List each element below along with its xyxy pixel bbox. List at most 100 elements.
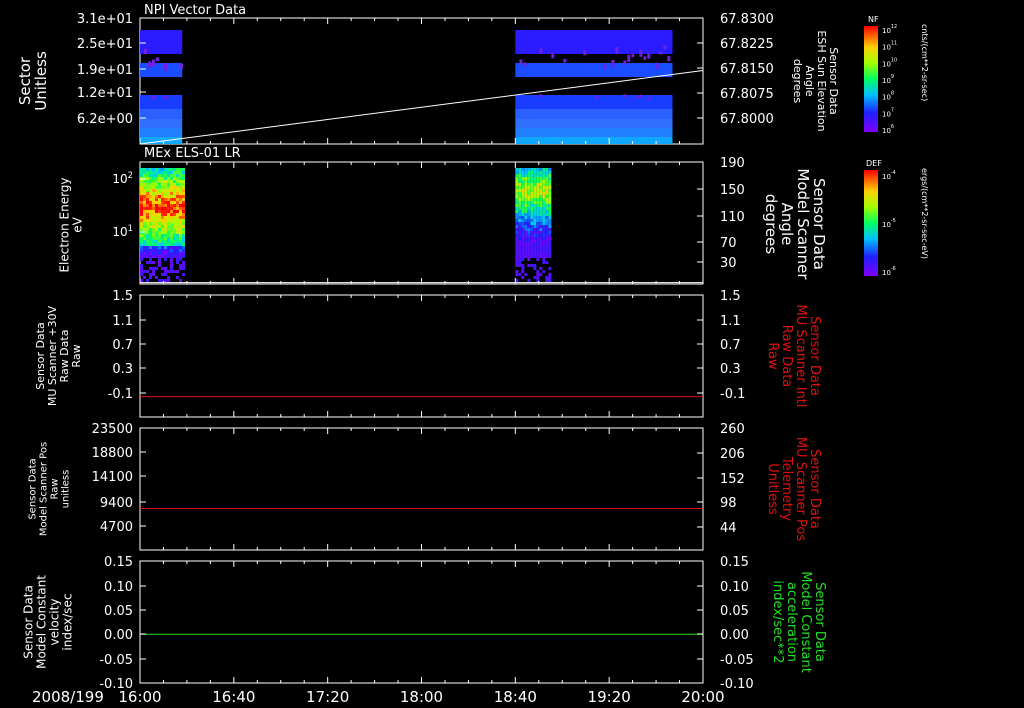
els-heat-cell <box>182 249 185 252</box>
els-heat-cell <box>542 237 546 240</box>
els-heat-cell <box>533 186 537 189</box>
els-heat-cell <box>143 192 146 195</box>
els-heat-cell <box>179 249 182 252</box>
els-heat-cell <box>158 234 161 237</box>
right-tick-label: 260 <box>720 422 745 437</box>
els-heat-cell <box>158 252 161 255</box>
els-heat-cell <box>515 174 519 177</box>
els-heat-cell <box>548 237 552 240</box>
els-heat-cell <box>140 249 143 252</box>
els-heat-cell <box>536 201 540 204</box>
els-heat-cell <box>548 195 552 198</box>
els-heat-cell <box>176 249 179 252</box>
time-tick-label: 17:20 <box>306 688 349 706</box>
els-heat-cell <box>527 174 531 177</box>
els-heat-cell <box>182 177 185 180</box>
els-heat-cell <box>182 216 185 219</box>
els-heat-cell <box>521 231 525 234</box>
els-heat-cell <box>548 276 552 279</box>
els-heat-cell <box>176 222 179 225</box>
els-heat-cell <box>152 222 155 225</box>
els-heat-cell <box>527 183 531 186</box>
els-heat-cell <box>524 180 528 183</box>
els-heat-cell <box>533 240 537 243</box>
els-heat-cell <box>149 243 152 246</box>
els-heat-cell <box>530 183 534 186</box>
els-heat-cell <box>530 198 534 201</box>
els-heat-cell <box>521 192 525 195</box>
els-heat-cell <box>515 204 519 207</box>
els-heat-cell <box>539 267 543 270</box>
els-heat-cell <box>167 228 170 231</box>
els-heat-cell <box>530 195 534 198</box>
right-tick-label: 0.05 <box>720 604 749 619</box>
left-axis-label: Sensor Data <box>22 585 36 659</box>
els-heat-cell <box>530 264 534 267</box>
els-heat-cell <box>527 255 531 258</box>
els-heat-cell <box>158 183 161 186</box>
els-heat-cell <box>146 261 149 264</box>
els-heat-cell <box>158 174 161 177</box>
els-heat-cell <box>146 207 149 210</box>
els-heat-cell <box>533 237 537 240</box>
colorbar-def-bar <box>864 170 878 276</box>
els-heat-cell <box>518 219 522 222</box>
els-heat-cell <box>515 252 519 255</box>
els-heat-cell <box>545 171 549 174</box>
els-heat-cell <box>143 180 146 183</box>
els-heat-cell <box>152 219 155 222</box>
els-heat-cell <box>161 267 164 270</box>
els-heat-cell <box>521 177 525 180</box>
right-tick-label: 1.5 <box>720 289 741 304</box>
els-heat-cell <box>161 183 164 186</box>
els-heat-cell <box>146 228 149 231</box>
els-heat-cell <box>515 261 519 264</box>
els-heat-cell <box>548 174 552 177</box>
els-heat-cell <box>179 231 182 234</box>
els-heat-cell <box>176 225 179 228</box>
els-heat-cell <box>515 207 519 210</box>
right-tick-label: 67.8075 <box>720 87 774 102</box>
npi-heat-cell <box>595 95 599 99</box>
els-heat-cell <box>152 216 155 219</box>
els-heat-cell <box>140 213 143 216</box>
els-heat-cell <box>176 189 179 192</box>
els-heat-cell <box>182 192 185 195</box>
els-heat-cell <box>533 252 537 255</box>
els-heat-cell <box>164 201 167 204</box>
els-heat-cell <box>548 222 552 225</box>
els-heat-cell <box>548 279 552 282</box>
els-heat-cell <box>158 186 161 189</box>
els-heat-cell <box>182 210 185 213</box>
els-heat-cell <box>140 240 143 243</box>
els-heat-cell <box>170 192 173 195</box>
els-heat-cell <box>536 225 540 228</box>
els-heat-cell <box>533 204 537 207</box>
els-heat-cell <box>527 210 531 213</box>
els-heat-cell <box>155 216 158 219</box>
els-heat-cell <box>170 168 173 171</box>
els-heat-cell <box>173 252 176 255</box>
els-heat-cell <box>521 249 525 252</box>
els-heat-cell <box>146 246 149 249</box>
els-heat-cell <box>536 195 540 198</box>
els-heat-cell <box>524 252 528 255</box>
els-heat-cell <box>515 171 519 174</box>
els-heat-cell <box>173 168 176 171</box>
els-heat-cell <box>158 219 161 222</box>
els-heat-cell <box>170 237 173 240</box>
els-heat-cell <box>527 201 531 204</box>
els-heat-cell <box>155 219 158 222</box>
panel-scanpos <box>139 427 704 551</box>
npi-heat-cell <box>152 59 155 66</box>
els-heat-cell <box>524 207 528 210</box>
els-heat-cell <box>530 210 534 213</box>
els-heat-cell <box>542 258 546 261</box>
npi-heat-cell <box>515 63 673 77</box>
els-heat-cell <box>521 276 525 279</box>
els-heat-cell <box>179 177 182 180</box>
els-heat-cell <box>533 189 537 192</box>
els-heat-cell <box>173 198 176 201</box>
npi-heat-cell <box>140 95 183 109</box>
els-heat-cell <box>179 240 182 243</box>
